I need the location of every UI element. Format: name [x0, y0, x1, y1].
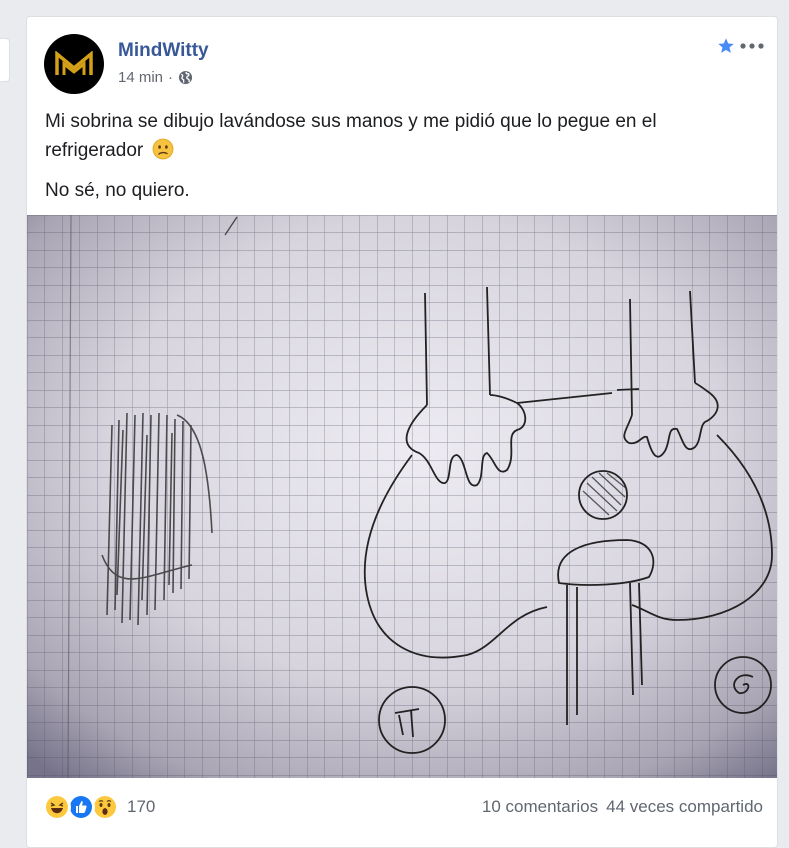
confused-face-emoji-icon: [152, 138, 173, 160]
haha-icon: [43, 793, 71, 821]
post-text-paragraph-1: Mi sobrina se dibujo lavándose sus manos…: [45, 107, 745, 165]
post-photo[interactable]: [27, 215, 777, 778]
page-avatar[interactable]: [44, 34, 104, 94]
reactions-summary[interactable]: 170: [43, 793, 155, 821]
post-text-paragraph-2: No sé, no quiero.: [45, 180, 190, 201]
post-footer: 170 10 comentarios 44 veces compartido: [43, 793, 763, 821]
shares-count-link[interactable]: 44 veces compartido: [606, 797, 763, 817]
post-timestamp[interactable]: 14 min: [118, 69, 163, 86]
feed-post: MindWitty 14 min · Mi sobrina se dibujo …: [26, 16, 778, 848]
like-icon: [67, 793, 95, 821]
post-text-line-1: Mi sobrina se dibujo lavándose sus manos…: [45, 111, 657, 161]
child-drawing-image: [27, 215, 777, 778]
mindwitty-logo-icon: [55, 51, 93, 75]
page-name-link[interactable]: MindWitty: [118, 40, 209, 62]
post-stats: 10 comentarios 44 veces compartido: [482, 797, 763, 817]
comments-count-link[interactable]: 10 comentarios: [482, 797, 598, 817]
meta-separator: ·: [168, 69, 174, 86]
wow-icon: [91, 793, 119, 821]
post-actions-top: [717, 37, 765, 55]
post-meta: 14 min ·: [118, 69, 193, 86]
adjacent-panel-edge: [0, 38, 10, 82]
star-icon[interactable]: [717, 37, 735, 55]
reaction-count: 170: [127, 797, 156, 816]
more-options-icon[interactable]: [739, 37, 765, 55]
post-text: Mi sobrina se dibujo lavándose sus manos…: [45, 107, 745, 216]
globe-icon: [178, 70, 193, 85]
